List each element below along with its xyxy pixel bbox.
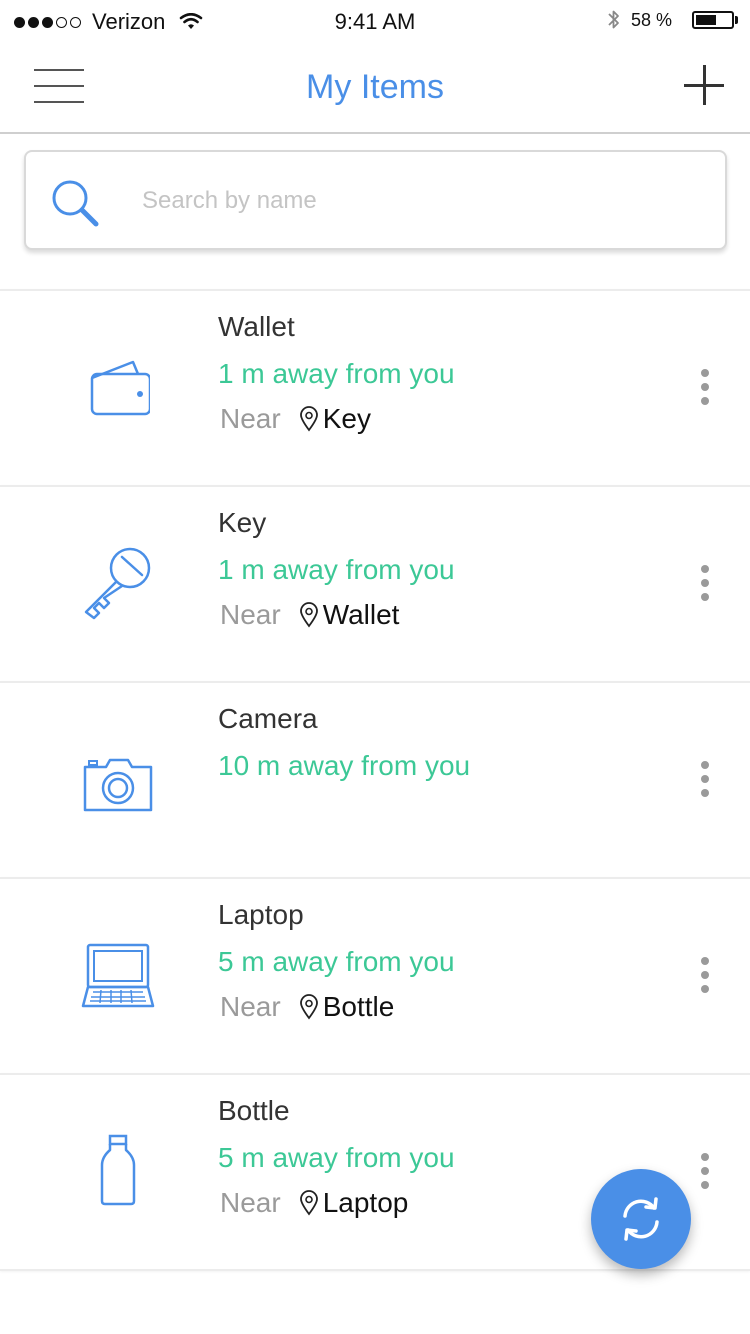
item-near: Near Laptop [220, 1187, 408, 1219]
search-box[interactable] [24, 150, 727, 250]
item-distance: 1 m away from you [218, 358, 455, 389]
more-options-icon[interactable] [697, 761, 713, 797]
list-item[interactable]: Laptop 5 m away from you Near Bottle [0, 877, 750, 1073]
bluetooth-icon [608, 10, 619, 29]
refresh-icon [623, 1197, 659, 1241]
item-name: Wallet [218, 311, 295, 342]
near-label: Near [220, 403, 281, 434]
wallet-icon [78, 348, 158, 428]
near-item-name: Wallet [322, 599, 400, 630]
item-list: Wallet 1 m away from you Near Key Key 1 … [0, 289, 750, 1271]
search-input[interactable] [140, 182, 684, 220]
location-pin-icon [299, 406, 319, 432]
status-right: 58 % [607, 8, 738, 32]
battery-percent: 58 % [630, 9, 672, 30]
item-name: Camera [218, 703, 318, 734]
more-options-icon[interactable] [697, 1153, 713, 1189]
nav-bar: My Items [0, 42, 750, 134]
status-bar: Verizon 9:41 AM 58 % [0, 0, 750, 42]
item-near: Near Bottle [220, 991, 394, 1023]
search-icon [52, 180, 99, 227]
location-pin-icon [299, 1190, 319, 1216]
add-item-button[interactable] [684, 65, 724, 105]
page-title: My Items [306, 68, 444, 106]
item-distance: 10 m away from you [218, 750, 471, 781]
item-distance: 5 m away from you [218, 1142, 455, 1173]
near-label: Near [220, 991, 281, 1022]
item-name: Key [218, 507, 267, 538]
item-near: Near Key [220, 403, 371, 435]
key-icon [78, 542, 158, 622]
more-options-icon[interactable] [697, 565, 713, 601]
laptop-icon [78, 937, 158, 1017]
list-item[interactable]: Wallet 1 m away from you Near Key [0, 289, 750, 485]
near-item-name: Key [322, 403, 371, 434]
item-near: Near Wallet [220, 599, 399, 631]
item-name: Bottle [218, 1095, 290, 1126]
near-item-name: Laptop [322, 1187, 409, 1218]
near-label: Near [220, 599, 281, 630]
location-pin-icon [299, 602, 319, 628]
list-item[interactable]: Camera 10 m away from you [0, 681, 750, 877]
near-label: Near [220, 1187, 281, 1218]
item-name: Laptop [218, 899, 304, 930]
item-distance: 5 m away from you [218, 946, 455, 977]
list-item[interactable]: Key 1 m away from you Near Wallet [0, 485, 750, 681]
more-options-icon[interactable] [697, 369, 713, 405]
item-distance: 1 m away from you [218, 554, 455, 585]
bottle-icon [78, 1125, 158, 1215]
refresh-button[interactable] [591, 1169, 691, 1269]
more-options-icon[interactable] [697, 957, 713, 993]
near-item-name: Bottle [322, 991, 395, 1022]
camera-icon [78, 745, 158, 825]
location-pin-icon [299, 994, 319, 1020]
battery-icon [692, 11, 734, 29]
